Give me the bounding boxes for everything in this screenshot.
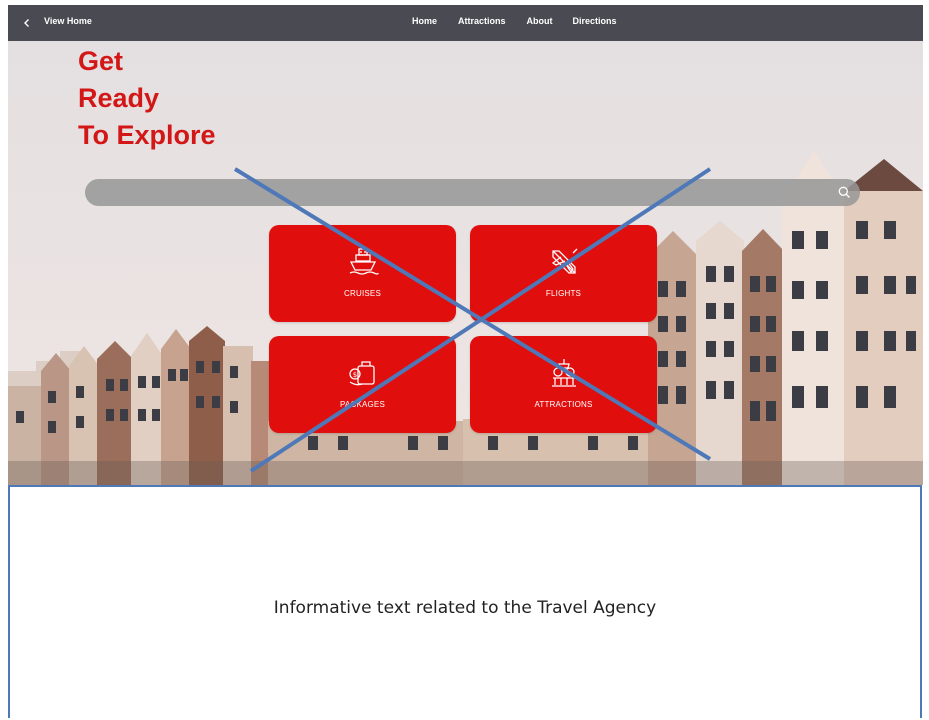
airplane-icon: [550, 248, 577, 276]
nav-about[interactable]: About: [527, 16, 553, 26]
headline-line-1: Get: [78, 46, 124, 76]
tile-flights[interactable]: FLIGHTS: [470, 225, 657, 322]
headline-line-2: Ready: [78, 83, 160, 113]
search-bar: [85, 179, 860, 206]
chevron-left-icon: [24, 19, 29, 27]
hero-section: Get Ready To Explore CRUISES FLIGHTS $ P…: [8, 41, 923, 485]
info-section: Informative text related to the Travel A…: [8, 485, 922, 718]
svg-text:$: $: [352, 371, 356, 379]
top-nav-bar: View Home Home Attractions About Directi…: [8, 5, 923, 41]
back-button[interactable]: [18, 14, 36, 32]
search-input[interactable]: [99, 183, 823, 204]
hero-headline: Get Ready To Explore: [78, 43, 216, 154]
main-nav: Home Attractions About Directions: [412, 16, 617, 26]
tile-attractions[interactable]: ATTRACTIONS: [470, 336, 657, 433]
nav-home[interactable]: Home: [412, 16, 437, 26]
tile-flights-label: FLIGHTS: [545, 289, 582, 298]
tile-attractions-label: ATTRACTIONS: [534, 400, 593, 409]
search-icon[interactable]: [835, 183, 854, 202]
info-text: Informative text related to the Travel A…: [273, 598, 657, 618]
sightseeing-icon: [551, 359, 576, 387]
tile-cruises-label: CRUISES: [344, 289, 381, 298]
view-home-title[interactable]: View Home: [44, 16, 92, 26]
tile-packages[interactable]: $ PACKAGES: [269, 336, 456, 433]
nav-attractions[interactable]: Attractions: [458, 16, 506, 26]
headline-line-3: To Explore: [78, 120, 216, 150]
nav-directions[interactable]: Directions: [573, 16, 617, 26]
tile-cruises[interactable]: CRUISES: [269, 225, 456, 322]
luggage-icon: $: [348, 361, 375, 386]
ship-icon: [349, 248, 379, 275]
tile-packages-label: PACKAGES: [339, 400, 386, 409]
